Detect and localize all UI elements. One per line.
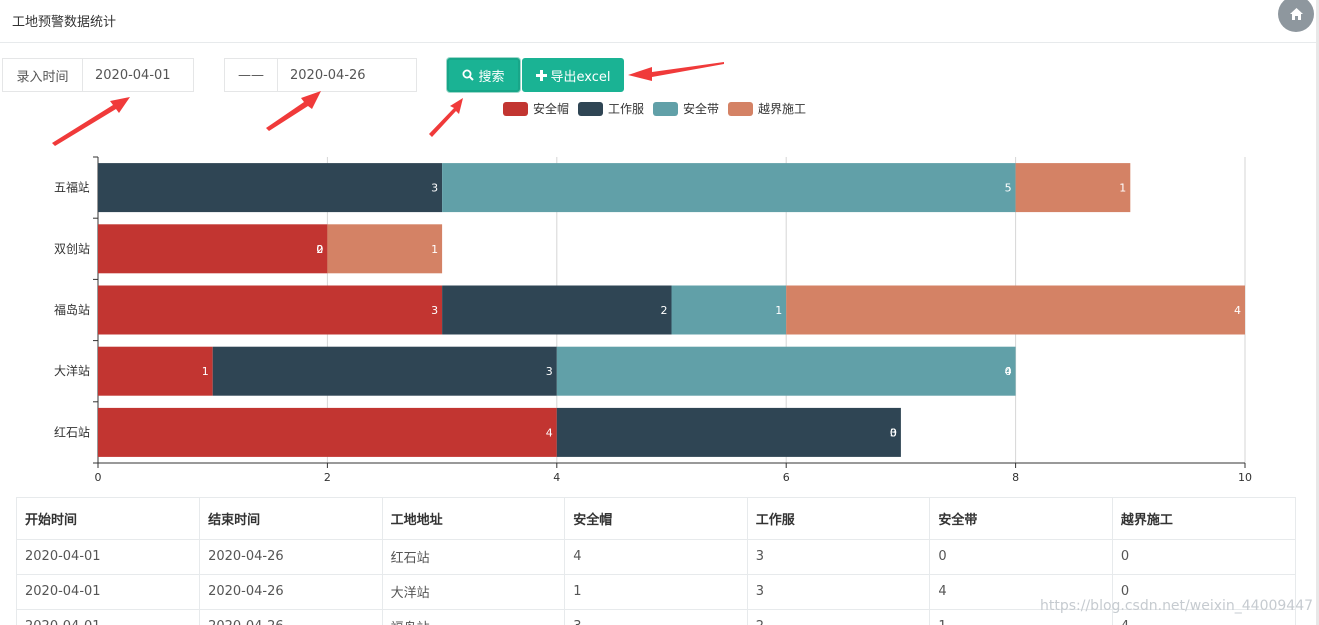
- bar-data-label: 4: [546, 426, 553, 439]
- stacked-bar-chart: 0 2 4 6 8 10五福站0 3 5 1双创站 200 1福岛站 3 2 1 4大洋站 1 3 40红石站 4 3…: [54, 156, 1252, 484]
- bar-segment: [98, 224, 328, 274]
- page: 工地预警数据统计 录入时间 2020-04-01 —— 2020-04-26 搜…: [0, 0, 1319, 625]
- column-header[interactable]: 安全带: [929, 498, 1113, 540]
- bar-segment: [556, 346, 1016, 396]
- table-header-row: 开始时间 结束时间 工地地址 安全帽 工作服 安全带 越界施工: [17, 498, 1295, 540]
- x-tick-label: 6: [783, 471, 790, 484]
- bar-data-label: 5: [1005, 182, 1012, 195]
- bar-data-label: 0: [316, 243, 323, 256]
- y-category-label: 双创站: [54, 242, 90, 256]
- table-cell: 2020-04-01: [17, 539, 201, 575]
- column-header[interactable]: 结束时间: [199, 498, 383, 540]
- x-tick-label: 0: [95, 471, 102, 484]
- table-cell: 大洋站: [382, 574, 566, 610]
- table-cell: 2020-04-26: [199, 609, 383, 625]
- bar-segment: [671, 285, 787, 335]
- table-cell: 4: [564, 539, 748, 575]
- column-header[interactable]: 工地地址: [382, 498, 566, 540]
- bar-segment: [98, 346, 213, 396]
- watermark: https://blog.csdn.net/weixin_44009447: [1040, 598, 1314, 614]
- bar-segment: [786, 285, 1245, 335]
- table-cell: 福岛站: [382, 609, 566, 625]
- bar-data-label: 3: [431, 304, 438, 317]
- bar-segment: [556, 407, 901, 457]
- y-category-label: 福岛站: [54, 302, 90, 317]
- bar-data-label: 0: [87, 182, 94, 195]
- bar-data-label: 1: [431, 243, 438, 256]
- x-tick-label: 8: [1012, 471, 1019, 484]
- bar-data-label: 0: [1005, 365, 1012, 378]
- table-cell: 3: [564, 609, 748, 625]
- y-category-label: 大洋站: [54, 363, 90, 378]
- bar-data-label: 2: [661, 304, 668, 317]
- table-cell: 3: [747, 539, 931, 575]
- bar-segment: [327, 224, 443, 274]
- bar-data-label: 3: [431, 182, 438, 195]
- x-tick-label: 4: [553, 471, 560, 484]
- bar-data-label: 1: [1119, 182, 1126, 195]
- table-cell: 2: [747, 609, 931, 625]
- bar-data-label: 3: [546, 365, 553, 378]
- column-header[interactable]: 开始时间: [17, 498, 201, 540]
- bar-segment: [1015, 163, 1131, 213]
- table-cell: 2020-04-01: [17, 609, 201, 625]
- table-cell: 1: [564, 574, 748, 610]
- table-cell: 0: [929, 539, 1113, 575]
- y-category-label: 五福站: [54, 180, 90, 195]
- table-cell: 2020-04-26: [199, 574, 383, 610]
- column-header[interactable]: 越界施工: [1112, 498, 1295, 540]
- bar-data-label: 1: [775, 304, 782, 317]
- table-cell: 2020-04-26: [199, 539, 383, 575]
- table-cell: 红石站: [382, 539, 566, 575]
- bar-segment: [98, 285, 443, 335]
- bar-segment: [442, 163, 1016, 213]
- bar-segment: [98, 407, 557, 457]
- table-cell: 3: [747, 574, 931, 610]
- x-tick-label: 10: [1238, 471, 1252, 484]
- bar-segment: [442, 285, 672, 335]
- bar-segment: [212, 346, 557, 396]
- table-cell: 0: [1112, 539, 1295, 575]
- bar-data-label: 4: [1234, 304, 1241, 317]
- column-header[interactable]: 安全帽: [564, 498, 748, 540]
- bar-data-label: 0: [890, 426, 897, 439]
- x-tick-label: 2: [324, 471, 331, 484]
- table-cell: 2020-04-01: [17, 574, 201, 610]
- y-category-label: 红石站: [54, 424, 90, 439]
- bar-segment: [98, 163, 443, 213]
- bar-data-label: 1: [202, 365, 209, 378]
- column-header[interactable]: 工作服: [747, 498, 931, 540]
- table-row[interactable]: 2020-04-01 2020-04-26 红石站 4 3 0 0: [17, 539, 1295, 575]
